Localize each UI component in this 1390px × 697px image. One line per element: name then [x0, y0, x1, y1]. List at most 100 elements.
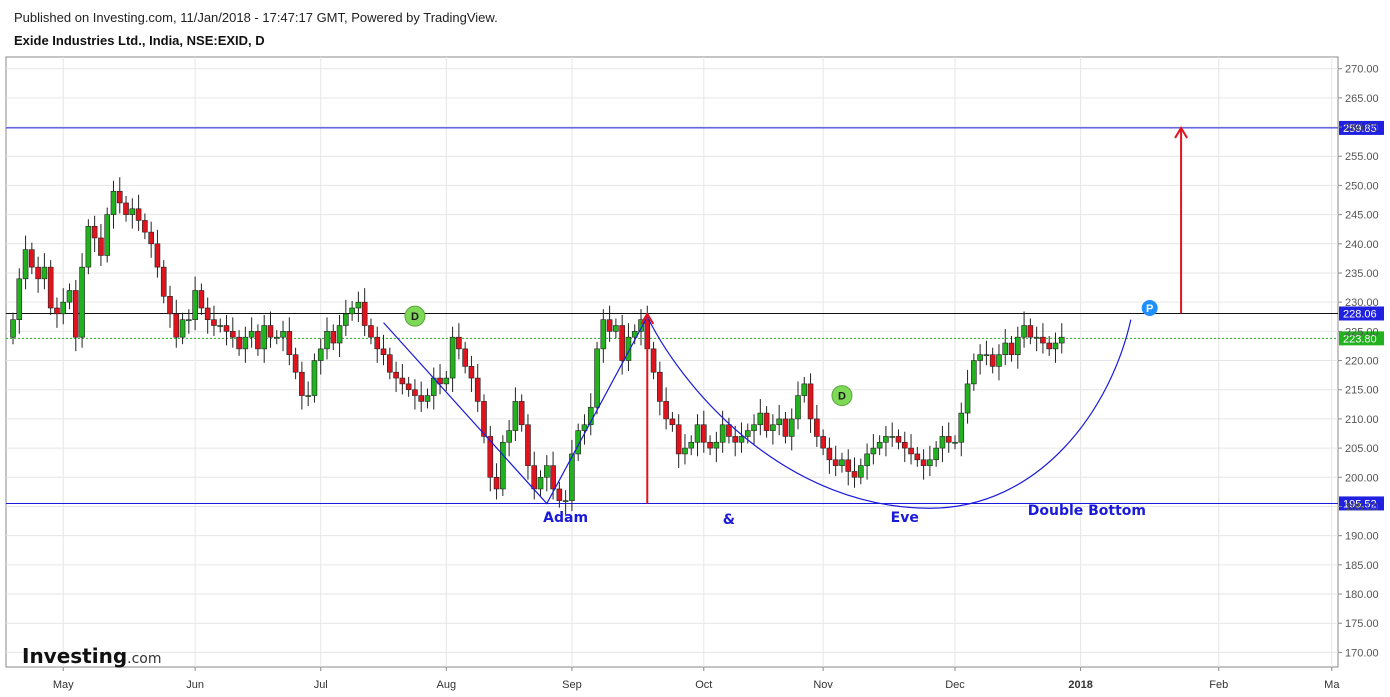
candle-down [474, 377, 481, 402]
candle-up [562, 500, 569, 502]
candle-down [135, 208, 142, 221]
candle-up [927, 459, 933, 466]
x-tick-label: Dec [945, 679, 965, 691]
y-tick-label: 185.00 [1345, 560, 1379, 572]
candle-up [60, 301, 67, 315]
marker-label: D [411, 311, 419, 323]
candle-up [795, 395, 801, 420]
candle-down [826, 447, 833, 461]
candle-down [518, 401, 525, 426]
candle-up [977, 354, 983, 361]
candle-down [920, 459, 927, 466]
candle-up [280, 331, 286, 338]
candle-down [820, 436, 826, 449]
candle-up [1014, 336, 1021, 356]
candle-down [73, 290, 79, 338]
candle-up [311, 360, 318, 396]
candle-down [550, 465, 556, 490]
candle-down [29, 249, 35, 268]
candle-up [305, 395, 311, 397]
candle-down [945, 436, 952, 443]
candle-up [788, 418, 795, 437]
candle-up [688, 441, 695, 449]
candle-down [160, 266, 167, 297]
candle-up [870, 447, 877, 455]
candle-down [895, 436, 902, 443]
candle-down [142, 220, 148, 233]
candle-down [1040, 336, 1046, 344]
candle-up [324, 331, 330, 350]
y-tick-label: 175.00 [1345, 618, 1379, 630]
candle-down [650, 348, 657, 373]
x-tick-label: 2018 [1068, 679, 1092, 691]
candle-down [456, 336, 462, 350]
candle-down [292, 354, 299, 373]
candle-down [675, 424, 682, 455]
candle-down [1046, 342, 1052, 350]
candle-up [770, 424, 776, 431]
candle-down [700, 424, 707, 443]
candle-down [814, 418, 820, 437]
candle-down [851, 471, 858, 478]
candle-down [845, 459, 852, 472]
candle-up [613, 325, 619, 332]
candle-up [343, 313, 349, 326]
price-chart[interactable]: 259.85228.06195.52223.80 Adam & Eve Double … [0, 0, 1390, 697]
candle-down [556, 488, 563, 501]
x-tick-label: Sep [562, 679, 582, 691]
candle-down [763, 412, 770, 431]
candle-down [154, 243, 161, 268]
y-tick-label: 200.00 [1345, 472, 1379, 484]
candle-up [443, 377, 450, 385]
y-tick-label: 250.00 [1345, 180, 1379, 192]
candle-up [839, 459, 845, 466]
y-tick-label: 245.00 [1345, 210, 1379, 222]
candle-down [286, 331, 293, 356]
candle-up [933, 447, 939, 461]
price-axis[interactable]: 270.00 265.00 260.00 255.00 250.00 245.00 240.… [1338, 64, 1379, 660]
candle-down [832, 459, 839, 466]
candle-down [230, 331, 236, 338]
candle-down [167, 296, 173, 315]
candle-up [22, 249, 29, 280]
candle-up [857, 465, 864, 478]
y-tick-label: 255.00 [1345, 151, 1379, 163]
candle-down [901, 441, 908, 449]
candle-up [958, 412, 965, 443]
candle-down [908, 447, 914, 455]
annotation-label: Eve [891, 510, 919, 526]
candle-down [418, 395, 425, 402]
y-tick-label: 230.00 [1345, 297, 1379, 309]
candle-down [657, 371, 663, 402]
candle-down [123, 202, 129, 215]
x-tick-label: Feb [1209, 679, 1228, 691]
candle-up [242, 336, 249, 350]
candle-down [1008, 342, 1015, 356]
candle-down [619, 325, 625, 361]
plot-area-border [5, 56, 1339, 668]
candle-up [79, 266, 85, 338]
candle-down [914, 453, 921, 461]
annotation-label: Double Bottom [1028, 503, 1146, 519]
candle-up [757, 412, 764, 426]
y-tick-label: 170.00 [1345, 647, 1379, 659]
candle-down [299, 371, 305, 396]
candle-up [996, 354, 1002, 367]
candle-up [336, 325, 343, 344]
candle-down [669, 418, 676, 426]
candle-down [236, 336, 242, 350]
candle-up [349, 307, 355, 315]
candle-down [412, 389, 418, 396]
y-tick-label: 225.00 [1345, 326, 1379, 338]
candle-down [663, 401, 669, 420]
y-tick-label: 190.00 [1345, 531, 1379, 543]
candle-up [776, 418, 782, 426]
candle-down [267, 325, 274, 338]
y-tick-label: 265.00 [1345, 93, 1379, 105]
candle-down [204, 307, 211, 320]
candle-up [129, 208, 136, 215]
time-axis[interactable]: May Jun Jul Aug Sep Oct Nov Dec 2018 Feb Ma [53, 667, 1340, 691]
candle-up [719, 424, 726, 443]
candle-up [1002, 342, 1009, 356]
candle-up [449, 336, 456, 379]
